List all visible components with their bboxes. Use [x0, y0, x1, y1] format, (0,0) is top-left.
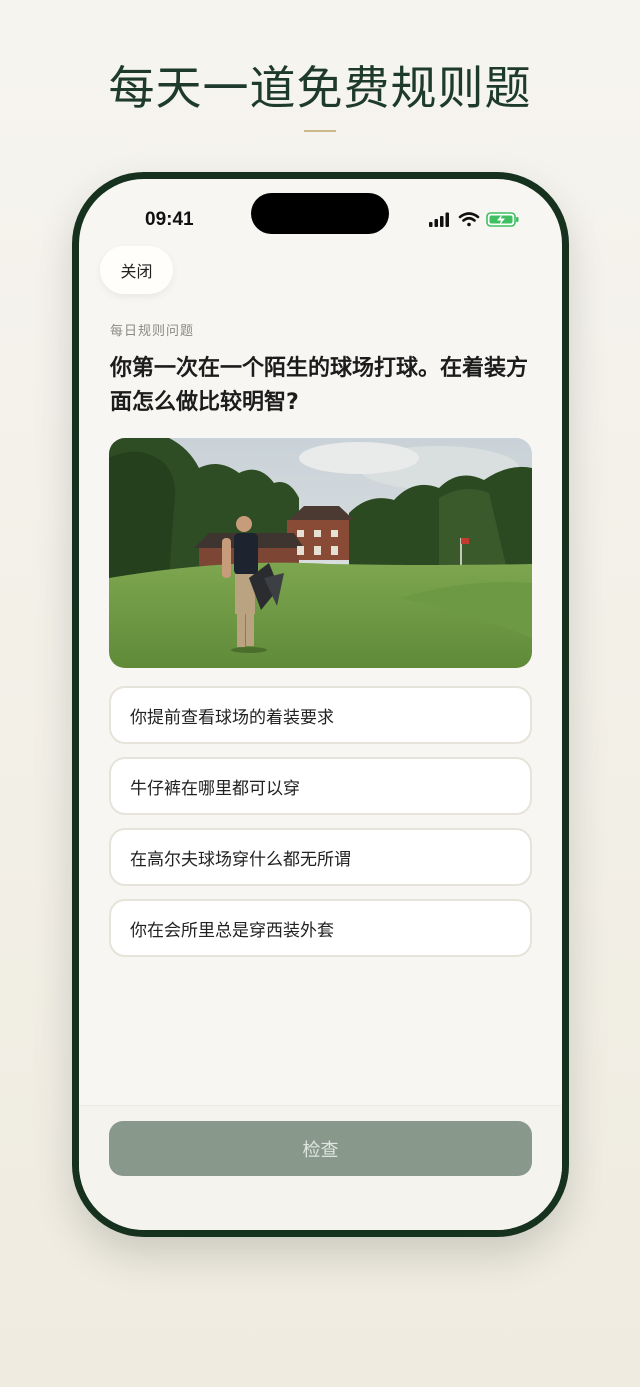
status-icons	[423, 211, 523, 227]
close-button[interactable]: 关闭	[100, 246, 173, 294]
status-time: 09:41	[145, 209, 194, 230]
wifi-icon	[458, 212, 480, 227]
daily-question-label: 每日规则问题	[110, 324, 195, 339]
promo-headline: 每天一道免费规则题	[108, 61, 532, 115]
phone-frame: 09:41 关闭 每日规则问题 你第一次在一个陌生的球场打球。在着装方面怎么做比…	[72, 172, 569, 1237]
answer-option-3[interactable]: 在高尔夫球场穿什么都无所谓	[109, 828, 532, 886]
dynamic-island	[251, 193, 389, 234]
phone-screen: 09:41 关闭 每日规则问题 你第一次在一个陌生的球场打球。在着装方面怎么做比…	[79, 179, 562, 1230]
golf-course-photo	[109, 438, 532, 668]
answer-option-2[interactable]: 牛仔裤在哪里都可以穿	[109, 757, 532, 815]
signal-icon	[429, 212, 449, 227]
check-button[interactable]: 检查	[109, 1121, 532, 1176]
answer-option-4[interactable]: 你在会所里总是穿西装外套	[109, 899, 532, 957]
question-text: 你第一次在一个陌生的球场打球。在着装方面怎么做比较明智?	[110, 356, 529, 415]
answer-option-1[interactable]: 你提前查看球场的着装要求	[109, 686, 532, 744]
headline-divider	[304, 130, 336, 132]
battery-charging-icon	[486, 212, 519, 227]
